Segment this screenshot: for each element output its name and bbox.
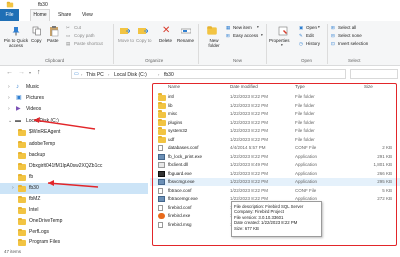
status-bar [0, 248, 400, 257]
breadcrumb-separator: › [158, 71, 160, 77]
new-folder-icon [207, 25, 217, 35]
open-group-label: Open [301, 58, 313, 63]
new-group-label: New [233, 58, 243, 63]
chevron-down-icon: ▾ [281, 43, 283, 47]
select-none-label: Select none [338, 33, 362, 38]
new-item-button[interactable]: ▦ New item ▾ [226, 25, 266, 31]
properties-button[interactable]: Properties ▾ [269, 24, 297, 56]
new-folder-label: New folder [208, 38, 220, 48]
select-all-button[interactable]: ⊞ Select all [331, 25, 371, 31]
easy-access-icon: ⊞ [226, 33, 230, 38]
delete-button[interactable]: ✕ Delete [159, 24, 175, 54]
breadcrumb-fb30[interactable]: fb30 [164, 72, 174, 78]
select-group-label: Select [348, 58, 361, 63]
select-none-icon: ⊟ [331, 33, 335, 38]
group-divider [198, 24, 199, 64]
invert-selection-label: Invert selection [338, 41, 369, 46]
chevron-down-icon: ▾ [261, 33, 263, 37]
select-none-button[interactable]: ⊟ Select none [331, 33, 375, 39]
invert-selection-icon: ⊡ [331, 41, 335, 46]
delete-label: Delete [159, 38, 173, 43]
open-label: Open [306, 25, 318, 30]
select-all-icon: ⊞ [331, 25, 335, 30]
open-button[interactable]: ▣ Open ▾ [299, 25, 321, 31]
search-box[interactable] [350, 69, 398, 79]
rename-label: Rename [177, 38, 195, 43]
new-item-label: New item [233, 25, 252, 30]
annotation-arrow [33, 117, 99, 188]
rename-icon [181, 28, 191, 34]
new-folder-button[interactable]: New folder [203, 24, 223, 56]
edit-label: Edit [306, 33, 314, 38]
properties-label: Properties [269, 38, 290, 43]
status-item-count: 47 items [4, 249, 22, 254]
delete-icon: ✕ [162, 25, 171, 36]
annotation-highlight-box [152, 83, 397, 246]
edit-icon: ✎ [299, 33, 303, 38]
history-icon: ◷ [299, 41, 303, 46]
chevron-down-icon: ▾ [318, 25, 320, 29]
new-item-icon: ▦ [226, 25, 231, 30]
history-button[interactable]: ◷ History [299, 41, 323, 47]
invert-selection-button[interactable]: ⊡ Invert selection [331, 41, 389, 47]
rename-button[interactable]: Rename [177, 24, 195, 54]
open-icon: ▣ [299, 25, 304, 30]
chevron-down-icon: ▾ [257, 25, 259, 29]
easy-access-button[interactable]: ⊞ Easy access ▾ [226, 33, 268, 39]
group-divider [327, 24, 328, 64]
select-all-label: Select all [338, 25, 357, 30]
group-divider [266, 24, 267, 64]
history-label: History [306, 41, 321, 46]
edit-button[interactable]: ✎ Edit [299, 33, 321, 39]
easy-access-label: Easy access [233, 33, 259, 38]
properties-icon [278, 26, 288, 36]
